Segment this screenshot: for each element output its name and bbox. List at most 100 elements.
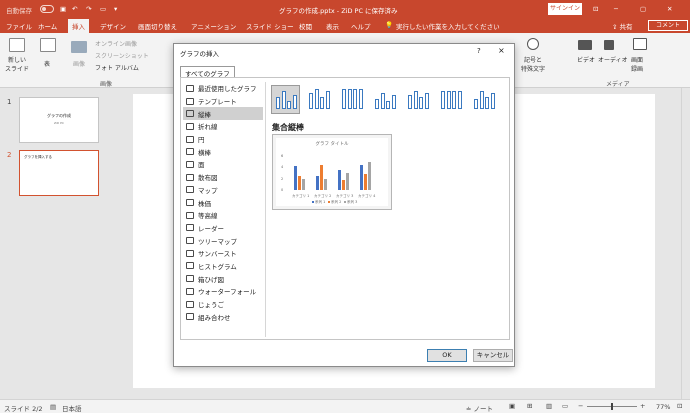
slide-number: 2 bbox=[7, 151, 12, 159]
chart-type-item[interactable]: 組み合わせ bbox=[183, 310, 263, 323]
tab-review[interactable]: 校閲 bbox=[299, 21, 312, 31]
slide-sorter-icon[interactable]: ⊞ bbox=[527, 402, 532, 410]
customize-qat-icon[interactable]: ▾ bbox=[114, 5, 117, 13]
chart-type-item[interactable]: 散布図 bbox=[183, 171, 263, 184]
table-button[interactable]: 表 bbox=[44, 59, 50, 68]
tab-insert[interactable]: 挿入 bbox=[68, 19, 89, 33]
close-window-icon[interactable]: ✕ bbox=[667, 5, 672, 13]
chart-type-item[interactable]: サンバースト bbox=[183, 247, 263, 260]
chart-type-item[interactable]: 等高線 bbox=[183, 209, 263, 222]
3d-stacked-column-icon[interactable] bbox=[403, 85, 432, 114]
stacked-column-icon[interactable] bbox=[304, 85, 333, 114]
slide-thumbnail-1[interactable]: グラフの作成 ZiD PC bbox=[19, 97, 99, 143]
reading-view-icon[interactable]: ▥ bbox=[546, 402, 552, 410]
zoom-level[interactable]: 77% bbox=[656, 403, 670, 411]
video-button[interactable]: ビデオ bbox=[577, 55, 595, 64]
maximize-icon[interactable]: ▢ bbox=[640, 5, 646, 13]
slideshow-icon[interactable]: ▭ bbox=[562, 402, 568, 410]
clustered-column-icon[interactable] bbox=[271, 85, 300, 114]
chart-preview[interactable]: グラフ タイトル 0 2 4 6 カテゴリ 1 カテゴリ 2 カテゴリ 3 カテゴリ 4 系列 … bbox=[272, 134, 392, 210]
tell-me-input[interactable]: 実行したい作業を入力してください bbox=[396, 21, 500, 31]
save-icon[interactable]: ▣ bbox=[60, 5, 66, 13]
notes-button[interactable]: ≐ ノート bbox=[466, 403, 493, 413]
audio-button[interactable]: オーディオ bbox=[598, 55, 628, 64]
chart-type-item[interactable]: 株価 bbox=[183, 196, 263, 209]
legend-item: 系列 3 bbox=[344, 200, 357, 205]
tab-view[interactable]: 表示 bbox=[326, 21, 339, 31]
area-chart-icon bbox=[186, 160, 194, 168]
tab-slideshow[interactable]: スライド ショー bbox=[246, 21, 294, 31]
share-button[interactable]: ⇪ 共有 bbox=[612, 21, 633, 31]
percent-stacked-column-icon[interactable] bbox=[337, 85, 366, 114]
undo-icon[interactable]: ↶ bbox=[72, 5, 77, 13]
screen-record-button[interactable]: 画面 録画 bbox=[631, 55, 643, 73]
chart-type-item[interactable]: 横棒 bbox=[183, 145, 263, 158]
autosave-toggle[interactable] bbox=[40, 5, 54, 13]
3d-clustered-column-icon[interactable] bbox=[370, 85, 399, 114]
video-icon[interactable] bbox=[578, 40, 592, 50]
image-icon[interactable] bbox=[71, 41, 87, 53]
chart-type-label: 縦棒 bbox=[198, 110, 211, 119]
present-icon[interactable]: ▭ bbox=[100, 5, 106, 13]
zoom-out-icon[interactable]: − bbox=[578, 402, 583, 410]
zoom-slider-thumb[interactable] bbox=[611, 403, 613, 410]
chart-type-item[interactable]: 縦棒 bbox=[183, 107, 263, 121]
minimize-icon[interactable]: ─ bbox=[614, 5, 618, 13]
table-icon[interactable] bbox=[40, 38, 56, 52]
chart-type-label: マップ bbox=[198, 186, 218, 195]
fit-slide-icon[interactable]: ⊡ bbox=[677, 402, 682, 410]
chart-type-item[interactable]: 円 bbox=[183, 133, 263, 146]
new-slide-icon[interactable] bbox=[9, 38, 25, 52]
language-label[interactable]: 日本語 bbox=[62, 403, 82, 413]
tab-design[interactable]: デザイン bbox=[100, 21, 126, 31]
audio-icon[interactable] bbox=[604, 40, 614, 50]
normal-view-icon[interactable]: ▣ bbox=[509, 402, 515, 410]
subtype-bar-glyph bbox=[424, 93, 429, 109]
zoom-in-icon[interactable]: + bbox=[640, 402, 645, 410]
tab-transitions[interactable]: 画面切り替え bbox=[138, 21, 177, 31]
tab-all-charts[interactable]: すべてのグラフ bbox=[180, 66, 235, 78]
chart-type-item[interactable]: ウォーターフォール bbox=[183, 285, 263, 298]
online-image-button[interactable]: オンライン画像 bbox=[95, 39, 137, 48]
chart-type-item[interactable]: マップ bbox=[183, 184, 263, 197]
subtype-bar-glyph bbox=[485, 97, 489, 109]
tab-animations[interactable]: アニメーション bbox=[191, 21, 236, 31]
chart-type-label: ヒストグラム bbox=[198, 262, 237, 271]
chart-type-label: 組み合わせ bbox=[198, 313, 231, 322]
3d-column-icon[interactable] bbox=[469, 85, 498, 114]
chart-type-item[interactable]: 箱ひげ図 bbox=[183, 272, 263, 285]
image-button[interactable]: 画像 bbox=[73, 59, 85, 68]
chart-type-item[interactable]: 折れ線 bbox=[183, 120, 263, 133]
screenshot-button[interactable]: スクリーンショット bbox=[95, 51, 149, 60]
chart-type-item[interactable]: 最近使用したグラフ bbox=[183, 82, 263, 95]
symbols-button[interactable]: 記号と 特殊文字 bbox=[521, 55, 545, 73]
chart-type-item[interactable]: ヒストグラム bbox=[183, 260, 263, 273]
dialog-close-button[interactable]: × bbox=[498, 46, 505, 55]
help-button[interactable]: ? bbox=[477, 47, 481, 55]
comment-button[interactable]: コメント bbox=[648, 20, 688, 31]
tab-home[interactable]: ホーム bbox=[38, 21, 57, 31]
symbol-icon[interactable] bbox=[527, 38, 539, 50]
3d-percent-stacked-column-icon[interactable] bbox=[436, 85, 465, 114]
photo-album-button[interactable]: フォト アルバム bbox=[95, 63, 139, 72]
chart-type-item[interactable]: ツリーマップ bbox=[183, 234, 263, 247]
redo-icon[interactable]: ↷ bbox=[86, 5, 91, 13]
vertical-scrollbar[interactable] bbox=[681, 88, 690, 399]
tab-help[interactable]: ヘルプ bbox=[351, 21, 371, 31]
subtype-bar-glyph bbox=[320, 97, 324, 109]
chart-type-item[interactable]: じょうご bbox=[183, 298, 263, 311]
cancel-button[interactable]: キャンセル bbox=[473, 349, 513, 362]
screen-record-icon[interactable] bbox=[633, 38, 647, 50]
signin-button[interactable]: サインイン bbox=[548, 3, 582, 15]
chart-type-item[interactable]: 面 bbox=[183, 158, 263, 171]
proofing-icon[interactable]: ▤ bbox=[50, 403, 56, 411]
ribbon-display-icon[interactable]: ⊡ bbox=[593, 5, 598, 13]
chart-type-item[interactable]: テンプレート bbox=[183, 95, 263, 108]
new-slide-button[interactable]: 新しい スライド bbox=[5, 55, 29, 73]
chart-type-item[interactable]: レーダー bbox=[183, 222, 263, 235]
legend-swatch bbox=[312, 201, 314, 203]
chart-type-label: 最近使用したグラフ bbox=[198, 85, 257, 94]
tab-file[interactable]: ファイル bbox=[6, 21, 32, 31]
slide-thumbnail-2[interactable]: グラフを挿入する bbox=[19, 150, 99, 196]
ok-button[interactable]: OK bbox=[427, 349, 467, 362]
